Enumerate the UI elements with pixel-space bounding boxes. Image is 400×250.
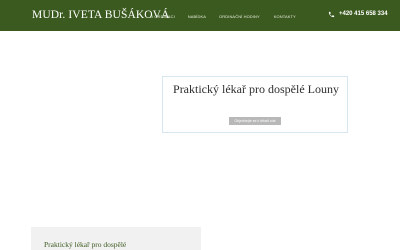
phone-icon bbox=[328, 11, 335, 17]
site-logo-text[interactable]: MUDr. IVETA BUŠÁKOVÁ bbox=[32, 9, 169, 21]
appointment-button[interactable]: Objednejte se k lékaři zde bbox=[229, 117, 281, 125]
main-navigation: O ordinaci Nabídka Ordinační hodiny Kont… bbox=[150, 12, 296, 20]
nav-item-kontakty[interactable]: Kontakty bbox=[274, 14, 296, 19]
hero-card: Praktický lékař pro dospělé Louny Objedn… bbox=[162, 76, 348, 133]
content-panel: Praktický lékař pro dospělé bbox=[31, 227, 201, 250]
section-heading: Praktický lékař pro dospělé bbox=[44, 240, 127, 249]
nav-item-ordinacni-hodiny[interactable]: Ordinační hodiny bbox=[219, 14, 260, 19]
hero-title: Praktický lékař pro dospělé Louny bbox=[173, 82, 339, 96]
nav-item-o-ordinaci[interactable]: O ordinaci bbox=[150, 14, 175, 19]
site-header: MUDr. IVETA BUŠÁKOVÁ O ordinaci Nabídka … bbox=[0, 0, 400, 31]
header-phone[interactable]: +420 415 658 334 bbox=[328, 9, 388, 19]
nav-item-nabidka[interactable]: Nabídka bbox=[188, 14, 206, 19]
phone-number: +420 415 658 334 bbox=[339, 11, 388, 17]
